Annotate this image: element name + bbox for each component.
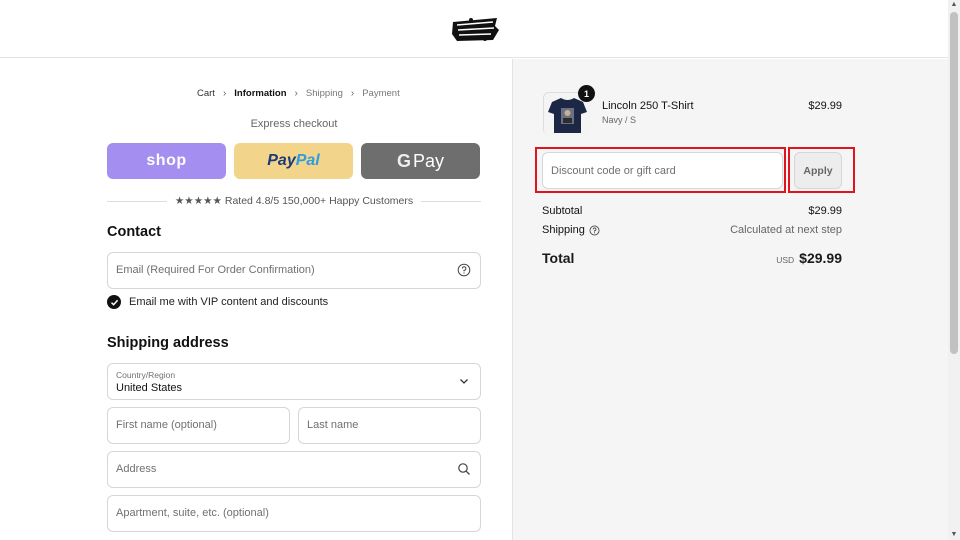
apartment-placeholder: Apartment, suite, etc. (optional): [116, 507, 269, 519]
email-field[interactable]: Email (Required For Order Confirmation): [107, 252, 481, 289]
scroll-up-arrow-icon[interactable]: ▲: [948, 0, 960, 10]
rhythm-beat-logo[interactable]: [449, 14, 501, 44]
breadcrumb-payment: Payment: [362, 88, 400, 99]
help-circle-icon[interactable]: [457, 263, 471, 277]
divider: [421, 200, 482, 202]
google-pay-button[interactable]: G Pay: [361, 143, 480, 179]
shipping-address-heading: Shipping address: [107, 335, 229, 351]
scroll-down-arrow-icon[interactable]: ▼: [948, 530, 960, 540]
breadcrumb-information: Information: [234, 88, 287, 99]
email-placeholder: Email (Required For Order Confirmation): [116, 264, 315, 276]
total-currency: USD: [776, 255, 795, 265]
help-circle-icon[interactable]: [589, 225, 600, 236]
apply-discount-button[interactable]: Apply: [794, 152, 842, 189]
total-label: Total: [542, 250, 575, 266]
vip-label: Email me with VIP content and discounts: [129, 296, 329, 308]
total-amount: $29.99: [799, 250, 842, 266]
paypal-button[interactable]: Pay Pal: [234, 143, 353, 179]
shop-pay-button[interactable]: shop: [107, 143, 226, 179]
breadcrumb-shipping: Shipping: [305, 88, 343, 99]
site-header: [0, 0, 948, 58]
apartment-field[interactable]: Apartment, suite, etc. (optional): [107, 495, 481, 532]
discount-code-input[interactable]: Discount code or gift card: [542, 152, 783, 189]
scrollbar-thumb[interactable]: [950, 12, 958, 354]
country-label: Country/Region: [116, 370, 176, 380]
express-checkout-title: Express checkout: [250, 118, 338, 130]
vip-opt-in[interactable]: Email me with VIP content and discounts: [107, 295, 328, 309]
shipping-value: Calculated at next step: [730, 224, 842, 236]
vertical-scrollbar[interactable]: ▲ ▼: [948, 0, 960, 540]
rating-row: ★★★★★ Rated 4.8/5 150,000+ Happy Custome…: [107, 194, 482, 208]
address-placeholder: Address: [116, 463, 157, 475]
chevron-right-icon: ›: [294, 88, 298, 99]
check-icon: [110, 299, 118, 306]
country-select[interactable]: Country/Region United States: [107, 363, 481, 400]
first-name-placeholder: First name (optional): [116, 419, 217, 431]
paypal-label-pal: Pal: [295, 152, 320, 169]
paypal-label-pay: Pay: [267, 152, 296, 169]
breadcrumb: Cart › Information › Shipping › Payment: [197, 88, 400, 99]
shipping-row: Shipping Calculated at next step: [542, 224, 842, 236]
chevron-right-icon: ›: [222, 88, 227, 99]
total-row: Total USD $29.99: [542, 250, 842, 266]
search-icon: [458, 463, 470, 475]
shipping-label: Shipping: [542, 224, 585, 236]
breadcrumb-cart[interactable]: Cart: [197, 88, 215, 99]
discount-placeholder: Discount code or gift card: [551, 165, 676, 177]
vip-checkbox[interactable]: [107, 295, 121, 309]
rating-text: ★★★★★ Rated 4.8/5 150,000+ Happy Custome…: [174, 195, 414, 207]
chevron-right-icon: ›: [350, 88, 355, 99]
last-name-placeholder: Last name: [307, 419, 359, 431]
shop-pay-label: shop: [146, 152, 187, 169]
product-price: $29.99: [808, 100, 842, 112]
contact-heading: Contact: [107, 224, 161, 240]
google-g-icon: G: [396, 150, 411, 171]
divider: [107, 200, 167, 202]
first-name-field[interactable]: First name (optional): [107, 407, 290, 444]
subtotal-label: Subtotal: [542, 205, 583, 217]
product-name: Lincoln 250 T-Shirt: [602, 100, 694, 112]
country-value: United States: [116, 382, 183, 394]
subtotal-value: $29.99: [808, 205, 842, 217]
google-pay-label: Pay: [412, 150, 445, 171]
address-field[interactable]: Address: [107, 451, 481, 488]
product-variant: Navy / S: [602, 115, 637, 125]
subtotal-row: Subtotal $29.99: [542, 205, 842, 217]
chevron-down-icon: [460, 379, 468, 384]
quantity-badge: 1: [578, 85, 595, 102]
total-value-group: USD $29.99: [776, 250, 842, 266]
last-name-field[interactable]: Last name: [298, 407, 481, 444]
shipping-label-group: Shipping: [542, 224, 600, 236]
